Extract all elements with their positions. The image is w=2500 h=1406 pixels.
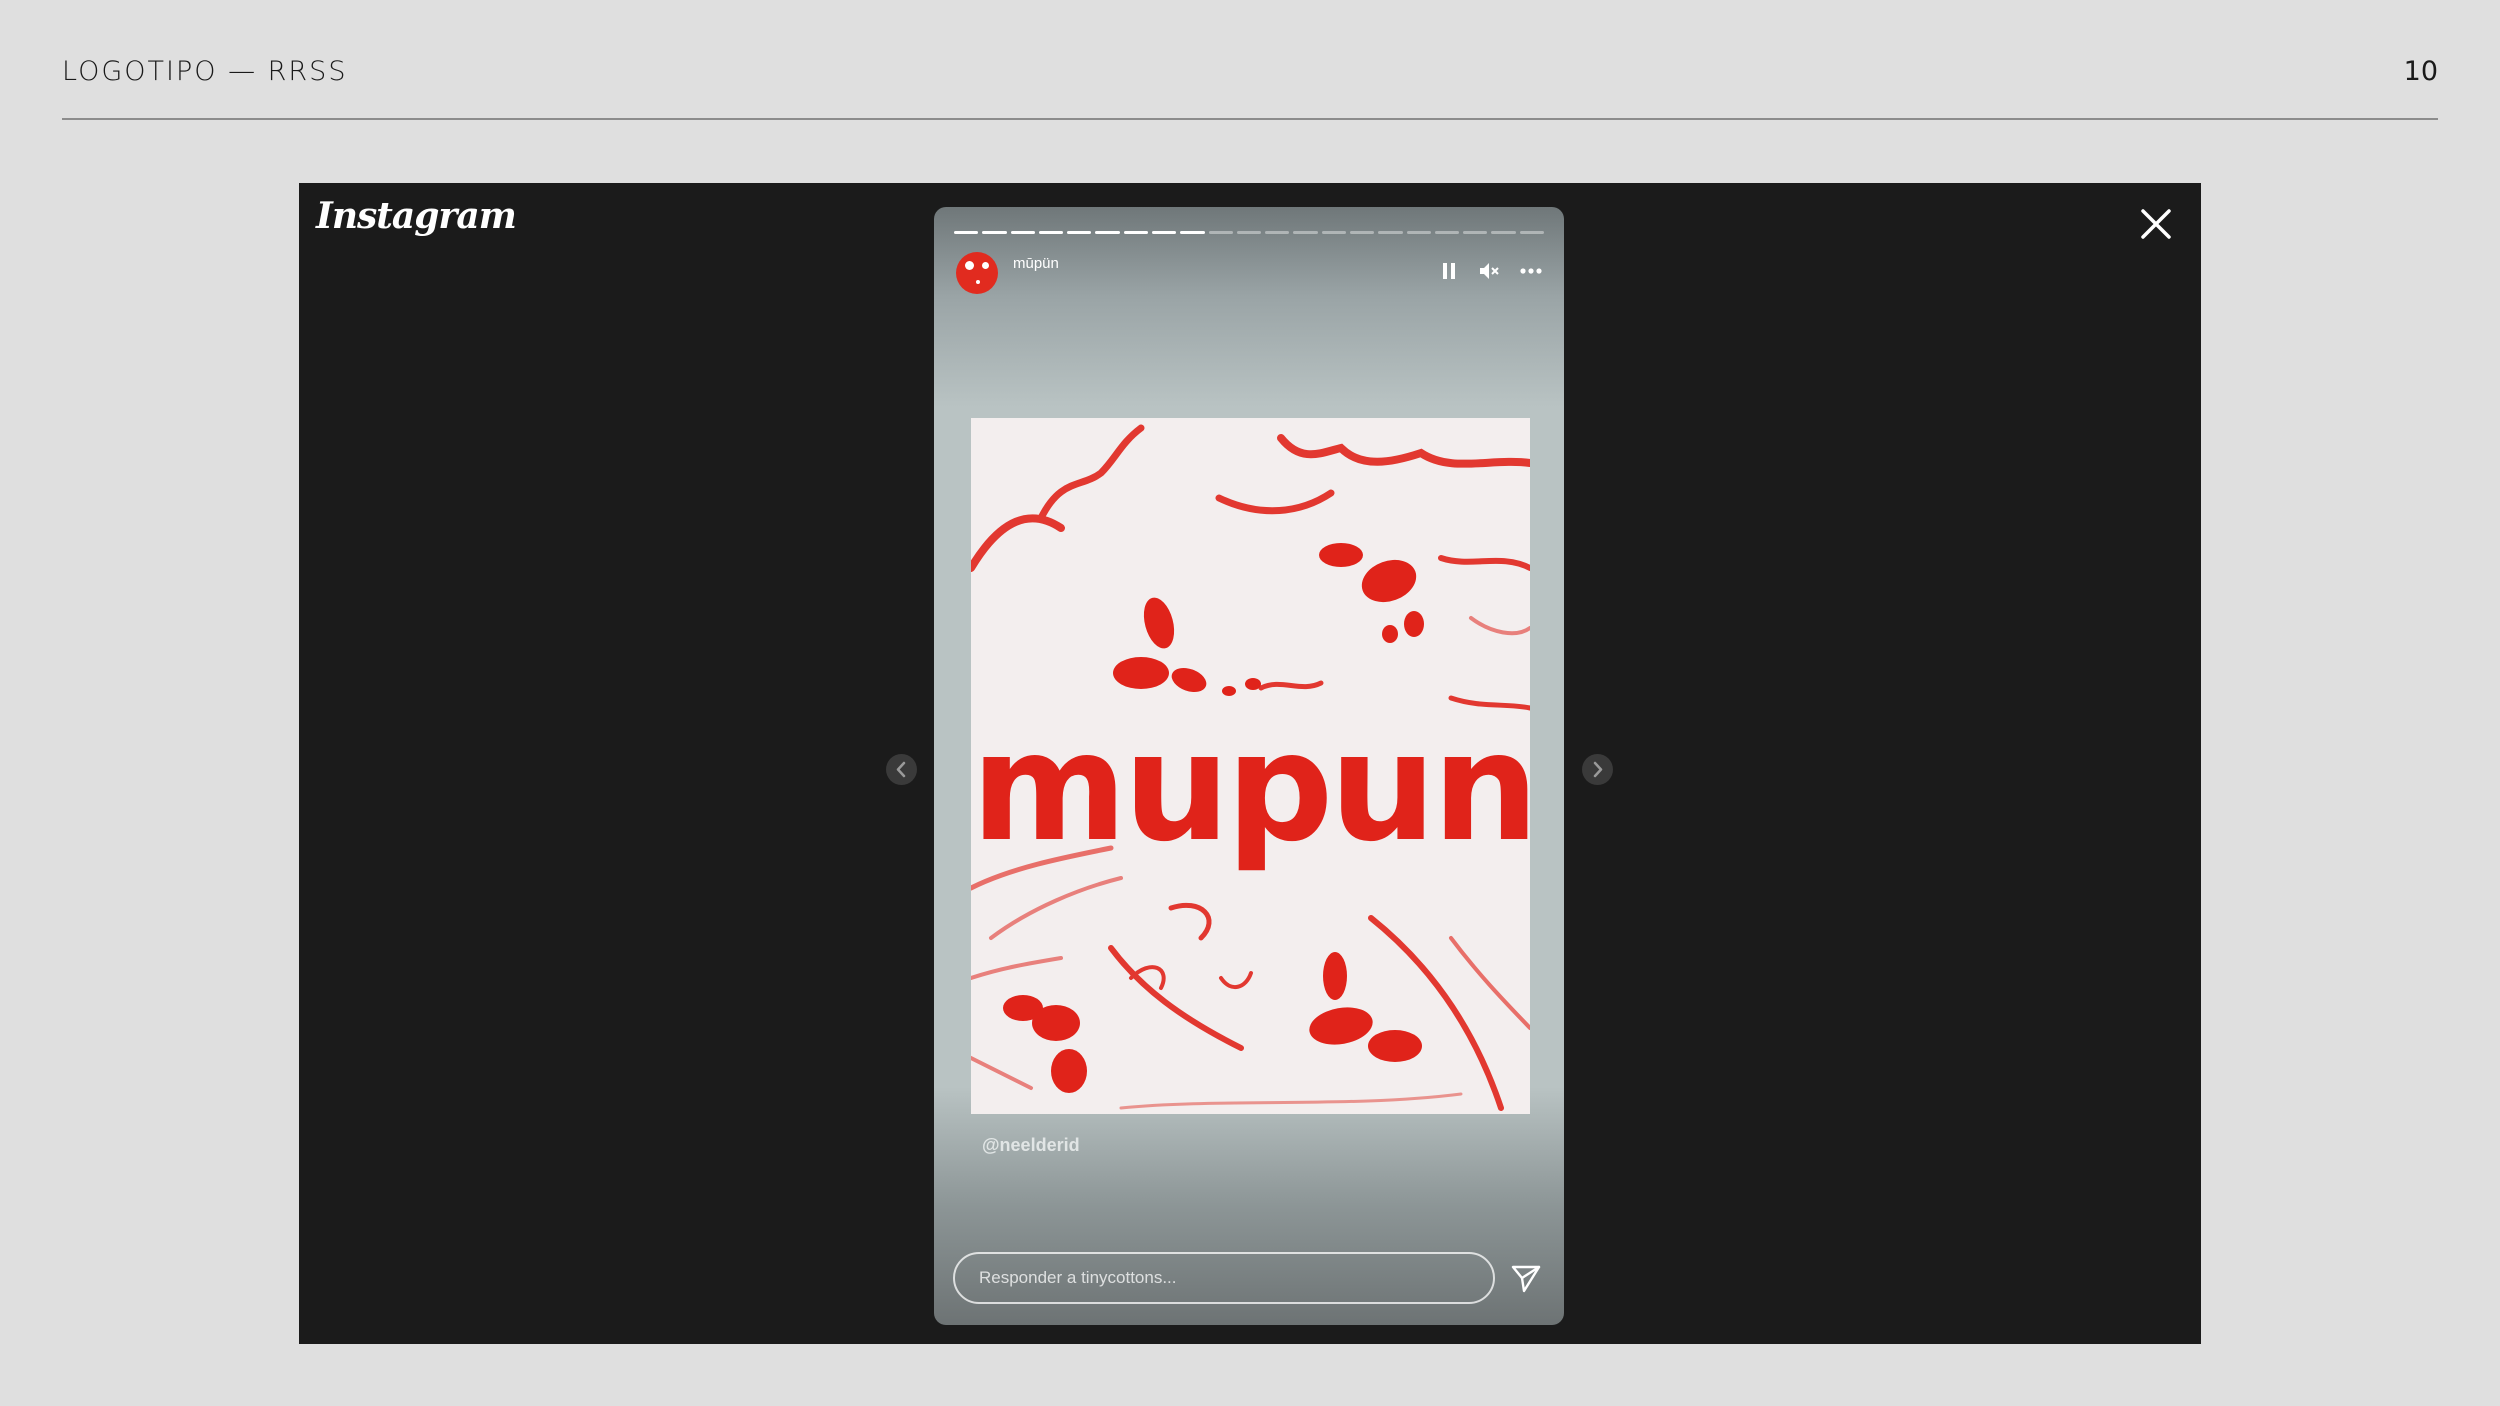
story-progress-segment bbox=[1463, 231, 1488, 234]
close-icon bbox=[2141, 209, 2171, 239]
chevron-left-icon bbox=[896, 761, 906, 778]
more-icon bbox=[1520, 268, 1542, 274]
instagram-logo[interactable]: Instagram bbox=[316, 195, 517, 237]
previous-story-button[interactable] bbox=[886, 754, 917, 785]
send-icon bbox=[1511, 1265, 1541, 1293]
story-progress-segment bbox=[1236, 231, 1262, 234]
story-progress-segment bbox=[1038, 231, 1064, 234]
chevron-right-icon bbox=[1593, 761, 1603, 778]
mention-tag[interactable]: @neelderid bbox=[982, 1135, 1080, 1156]
story-progress-segment bbox=[1180, 231, 1205, 234]
story-progress-segment bbox=[1434, 231, 1460, 234]
story-progress-segment bbox=[1378, 231, 1403, 234]
story-progress-segment bbox=[1265, 231, 1290, 234]
avatar[interactable] bbox=[956, 252, 998, 294]
story-progress-segment bbox=[982, 231, 1007, 234]
mute-button[interactable] bbox=[1474, 256, 1504, 286]
next-story-button[interactable] bbox=[1582, 754, 1613, 785]
page-title: LOGOTIPO — RRSS bbox=[62, 56, 348, 87]
story-progress-segment bbox=[1010, 231, 1035, 234]
story-progress-segment bbox=[1095, 231, 1120, 234]
brand-logotype: mupun bbox=[971, 701, 1530, 875]
story-image: mupun bbox=[971, 418, 1530, 1114]
story-progress-segment bbox=[1321, 231, 1346, 234]
story-progress-bar bbox=[954, 231, 1544, 234]
pause-button[interactable] bbox=[1434, 256, 1464, 286]
story-progress-segment bbox=[1293, 231, 1318, 234]
pause-icon bbox=[1443, 263, 1455, 279]
more-options-button[interactable] bbox=[1516, 256, 1546, 286]
avatar-dot bbox=[982, 262, 989, 269]
send-button[interactable] bbox=[1510, 1262, 1542, 1294]
story-progress-segment bbox=[1067, 231, 1092, 234]
page-header: LOGOTIPO — RRSS 10 bbox=[62, 0, 2438, 120]
reply-input[interactable] bbox=[953, 1252, 1495, 1304]
story-progress-segment bbox=[1491, 231, 1516, 234]
story-card[interactable]: mūpün mupun @neelderid Responder a tinyc… bbox=[934, 207, 1564, 1325]
story-progress-segment bbox=[1349, 231, 1375, 234]
story-progress-segment bbox=[1406, 231, 1431, 234]
story-progress-segment bbox=[1519, 231, 1544, 234]
story-progress-segment bbox=[954, 231, 979, 234]
instagram-story-viewer: Instagram mūpün mupun @neelderid Respond… bbox=[299, 183, 2201, 1344]
avatar-dot bbox=[976, 280, 980, 284]
mute-icon bbox=[1480, 263, 1499, 279]
story-username[interactable]: mūpün bbox=[1013, 255, 1059, 272]
page-number: 10 bbox=[2403, 56, 2438, 87]
story-progress-segment bbox=[1151, 231, 1177, 234]
story-progress-segment bbox=[1123, 231, 1148, 234]
avatar-dot bbox=[965, 261, 974, 270]
close-button[interactable] bbox=[2137, 205, 2175, 243]
story-progress-segment bbox=[1208, 231, 1233, 234]
